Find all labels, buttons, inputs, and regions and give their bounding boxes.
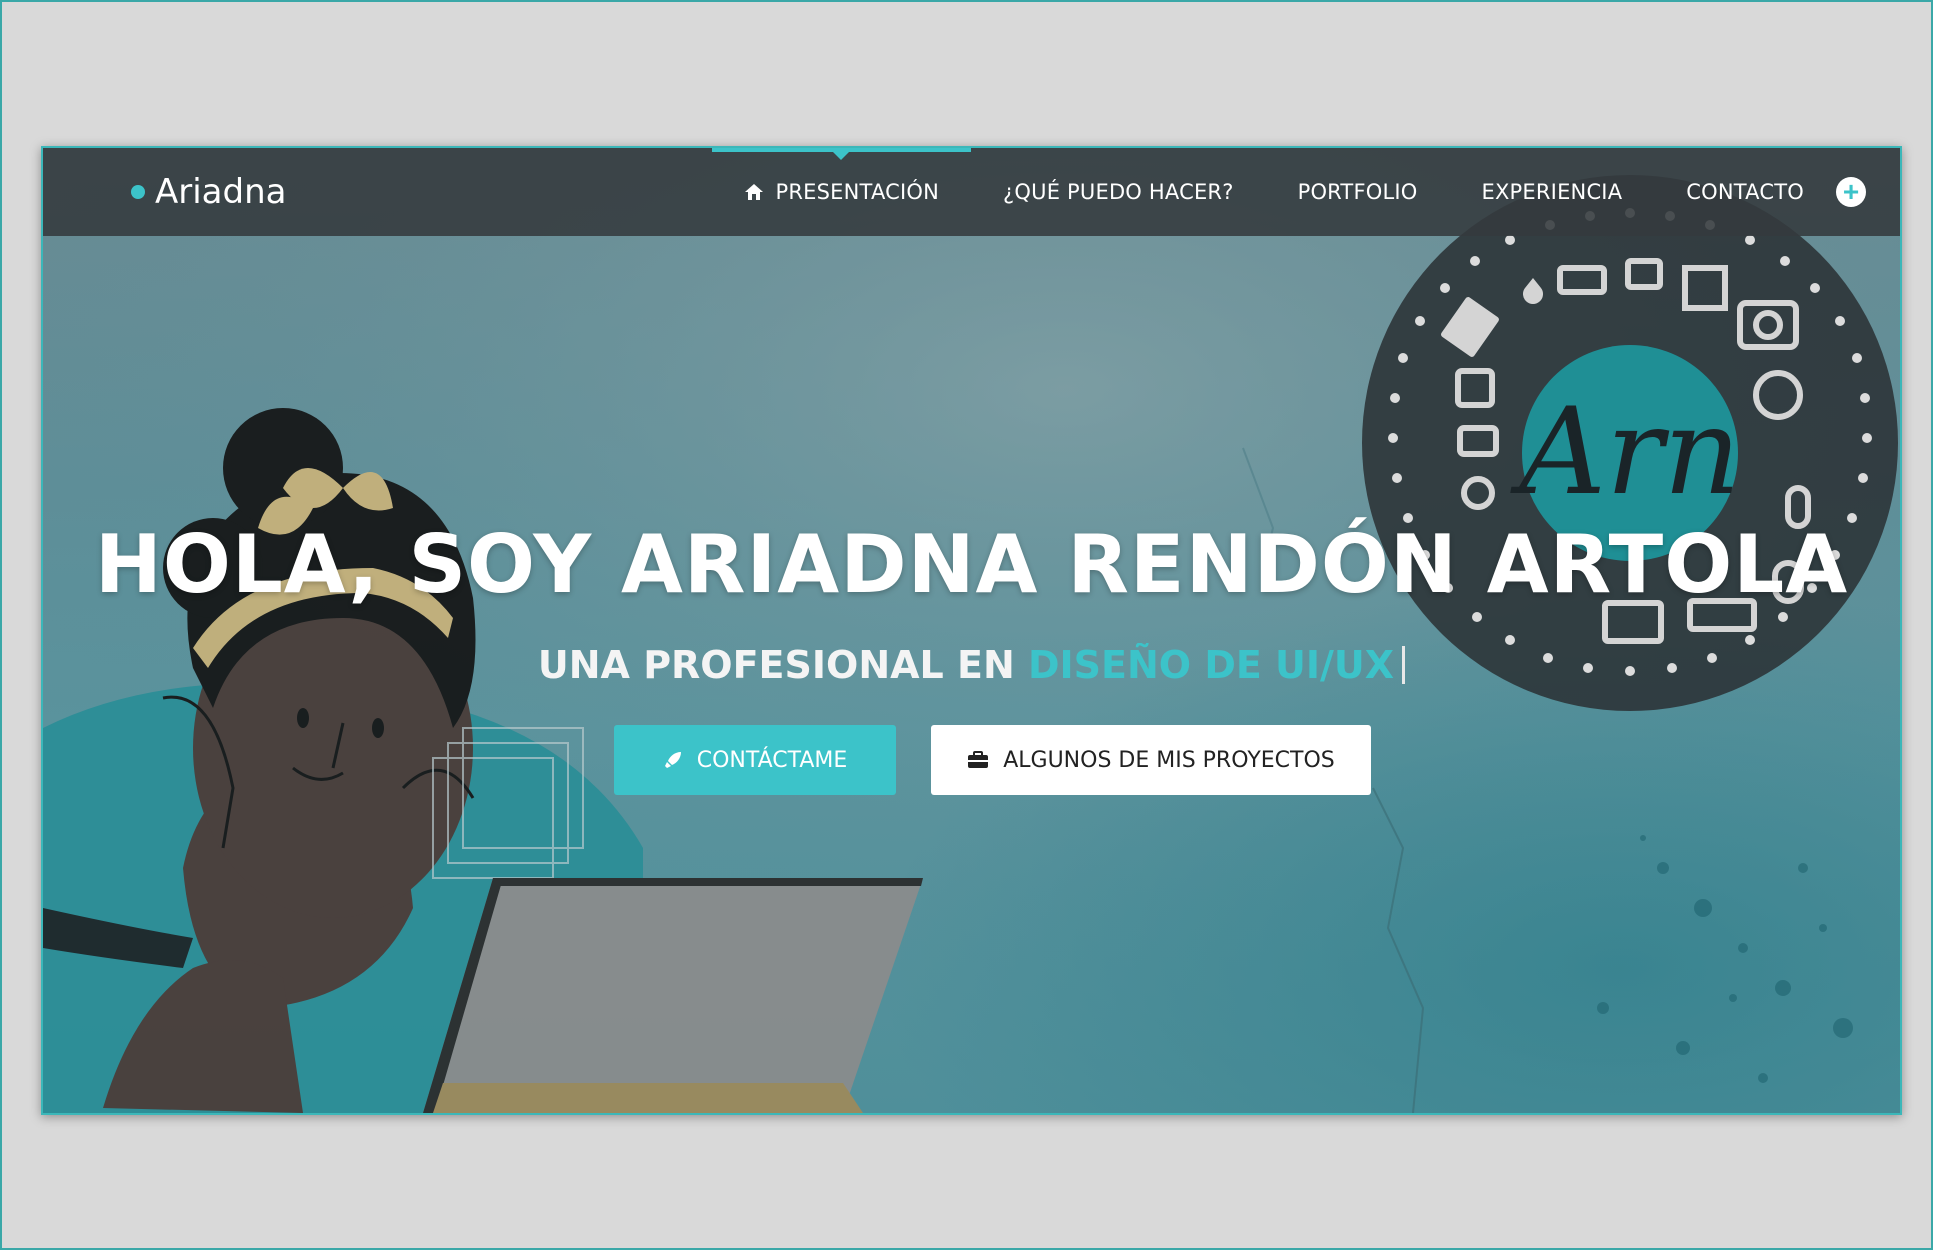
nav-item-label: PRESENTACIÓN — [775, 180, 940, 204]
nav-item-label: PORTFOLIO — [1297, 180, 1418, 204]
nav-item-label: CONTACTO — [1686, 180, 1804, 204]
nav-item-presentacion[interactable]: PRESENTACIÓN — [711, 148, 972, 236]
nav-menu: PRESENTACIÓN ¿QUÉ PUEDO HACER? PORTFOLIO… — [711, 148, 1888, 236]
brand-dot-icon — [131, 185, 145, 199]
plus-circle-icon[interactable]: + — [1836, 177, 1866, 207]
hero-subtitle: UNA PROFESIONAL EN DISEÑO DE UI/UX — [43, 643, 1900, 687]
projects-label: ALGUNOS DE MIS PROYECTOS — [1003, 747, 1335, 773]
ui-ux-logo-emblem: Arn — [1362, 175, 1898, 711]
nav-item-contacto[interactable]: CONTACTO — [1654, 148, 1836, 236]
nav-item-que-puedo-hacer[interactable]: ¿QUÉ PUEDO HACER? — [971, 148, 1266, 236]
home-icon — [744, 184, 763, 200]
hero-subtitle-highlight: DISEÑO DE UI/UX — [1027, 643, 1395, 687]
hero-subtitle-prefix: UNA PROFESIONAL EN — [537, 643, 1028, 687]
logo-monogram: Arn — [1509, 383, 1740, 522]
contact-me-button[interactable]: CONTÁCTAME — [614, 725, 896, 795]
briefcase-icon — [968, 751, 989, 768]
nav-item-label: ¿QUÉ PUEDO HACER? — [1003, 180, 1234, 204]
brand-logo[interactable]: Ariadna — [131, 168, 286, 216]
website-viewport: Arn Ariadna PRESENTACIÓN ¿QUÉ PUEDO HACE… — [41, 146, 1902, 1115]
nav-item-experiencia[interactable]: EXPERIENCIA — [1450, 148, 1655, 236]
projects-button[interactable]: ALGUNOS DE MIS PROYECTOS — [931, 725, 1371, 795]
typing-cursor — [1402, 646, 1406, 684]
nav-item-portfolio[interactable]: PORTFOLIO — [1266, 148, 1450, 236]
nav-item-label: EXPERIENCIA — [1481, 180, 1623, 204]
top-navbar: Ariadna PRESENTACIÓN ¿QUÉ PUEDO HACER? P… — [43, 148, 1900, 236]
hero-title: HOLA, SOY ARIADNA RENDÓN ARTOLA — [94, 518, 1849, 611]
brand-name: Ariadna — [155, 172, 287, 212]
rocket-icon — [664, 752, 681, 768]
contact-me-label: CONTÁCTAME — [696, 747, 848, 773]
